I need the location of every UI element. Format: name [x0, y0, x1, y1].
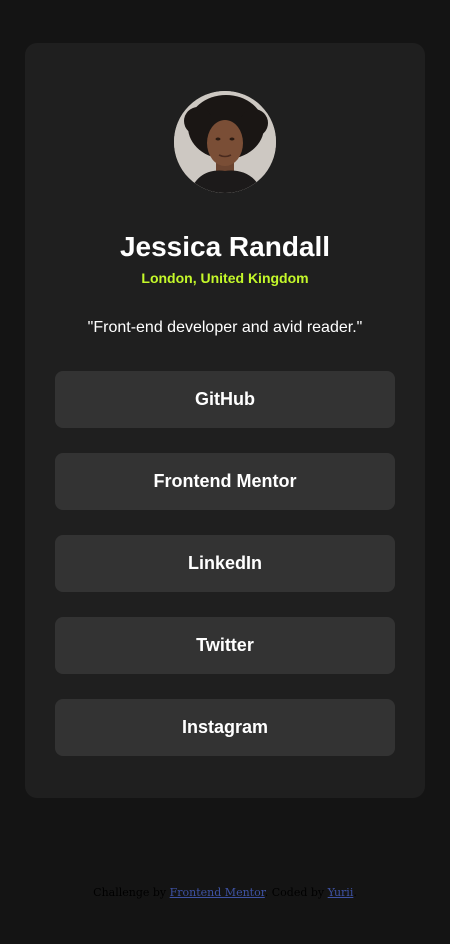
- list-item: Twitter: [55, 617, 395, 674]
- frontend-mentor-attribution-link[interactable]: Frontend Mentor: [170, 886, 265, 899]
- github-link-button[interactable]: GitHub: [55, 371, 395, 428]
- attribution-suffix: .: [353, 886, 357, 899]
- instagram-link-button[interactable]: Instagram: [55, 699, 395, 756]
- attribution-middle: . Coded by: [264, 886, 325, 899]
- profile-name: Jessica Randall: [119, 231, 331, 262]
- list-item: Instagram: [55, 699, 395, 756]
- attribution: Challenge by Frontend Mentor. Coded by Y…: [0, 885, 450, 901]
- list-item: Frontend Mentor: [55, 453, 395, 510]
- frontend-mentor-link-button[interactable]: Frontend Mentor: [55, 453, 395, 510]
- profile-location: London, United Kingdom: [141, 270, 309, 286]
- social-links-list: GitHub Frontend Mentor LinkedIn Twitter …: [55, 371, 395, 756]
- linkedin-link-button[interactable]: LinkedIn: [55, 535, 395, 592]
- twitter-link-button[interactable]: Twitter: [55, 617, 395, 674]
- author-attribution-link[interactable]: Yurii: [328, 886, 354, 899]
- list-item: LinkedIn: [55, 535, 395, 592]
- list-item: GitHub: [55, 371, 395, 428]
- profile-photo-icon: [174, 91, 276, 193]
- profile-bio: "Front-end developer and avid reader.": [87, 319, 363, 336]
- attribution-prefix: Challenge by: [93, 886, 167, 899]
- profile-card: Jessica Randall London, United Kingdom "…: [25, 43, 425, 798]
- avatar: [174, 91, 276, 193]
